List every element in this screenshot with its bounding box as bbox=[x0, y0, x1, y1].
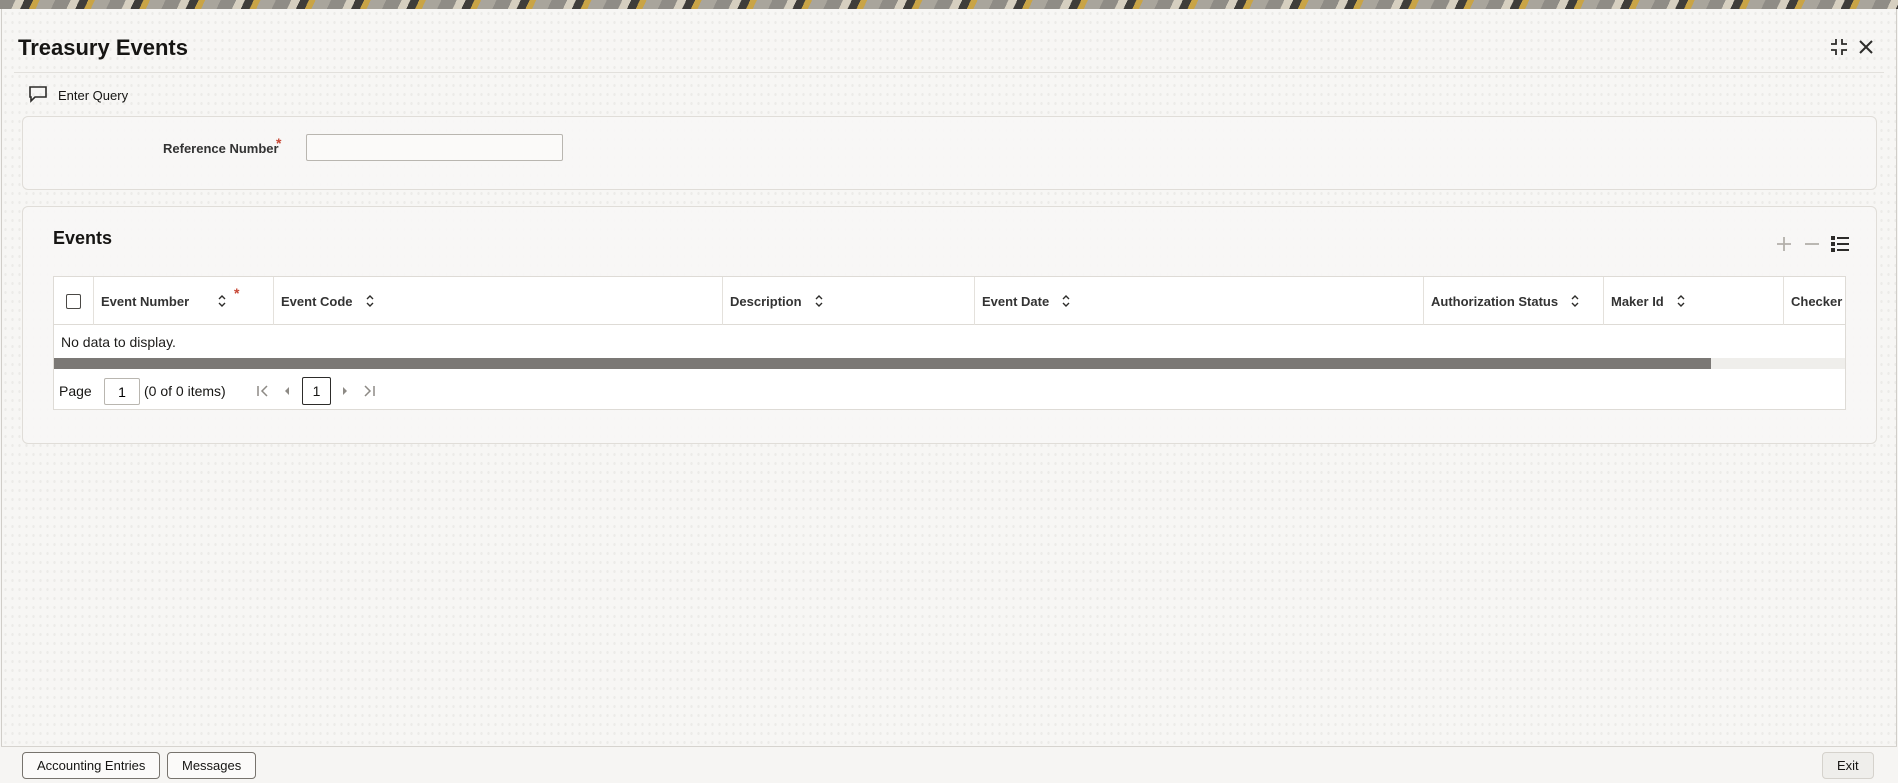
current-page[interactable]: 1 bbox=[302, 377, 331, 405]
column-checker-id[interactable]: Checker Id bbox=[1784, 277, 1845, 325]
page-title: Treasury Events bbox=[18, 35, 188, 60]
treasury-events-window: Treasury Events Enter Query Reference Nu… bbox=[1, 9, 1897, 783]
first-page-icon[interactable] bbox=[254, 382, 272, 400]
reference-number-label: Reference Number * bbox=[163, 135, 282, 156]
close-icon[interactable] bbox=[1854, 35, 1878, 59]
sort-icon[interactable] bbox=[1061, 295, 1071, 307]
column-event-date[interactable]: Event Date bbox=[975, 277, 1424, 325]
required-marker: * bbox=[234, 285, 240, 301]
exit-button[interactable]: Exit bbox=[1822, 752, 1874, 779]
last-page-icon[interactable] bbox=[360, 382, 378, 400]
scrollbar-thumb[interactable] bbox=[54, 358, 1711, 369]
enter-query-label: Enter Query bbox=[58, 88, 129, 103]
messages-button[interactable]: Messages bbox=[167, 752, 257, 779]
empty-message: No data to display. bbox=[61, 334, 176, 350]
events-title: Events bbox=[53, 228, 113, 248]
select-all-cell bbox=[54, 277, 94, 325]
table-tools bbox=[1774, 234, 1850, 254]
accounting-entries-button[interactable]: Accounting Entries bbox=[22, 752, 161, 779]
select-all-checkbox[interactable] bbox=[66, 293, 81, 309]
collapse-arrows-icon[interactable] bbox=[1827, 35, 1851, 59]
column-list-icon[interactable] bbox=[1830, 234, 1850, 254]
page-label: Page bbox=[59, 383, 92, 399]
sort-icon[interactable] bbox=[217, 295, 227, 307]
column-description[interactable]: Description bbox=[723, 277, 975, 325]
reference-number-input[interactable] bbox=[306, 134, 563, 161]
column-event-number[interactable]: Event Number * bbox=[94, 277, 274, 325]
column-event-code[interactable]: Event Code bbox=[274, 277, 723, 325]
add-icon[interactable] bbox=[1774, 234, 1794, 254]
column-maker-id[interactable]: Maker Id bbox=[1604, 277, 1784, 325]
footer-bar: Accounting Entries Messages Exit bbox=[1, 746, 1897, 783]
remove-icon[interactable] bbox=[1802, 234, 1822, 254]
sort-icon[interactable] bbox=[1676, 295, 1686, 307]
table-header: Event Number * Event Code Description Ev… bbox=[54, 277, 1845, 325]
events-panel: Events Event Number * Event Code Descrip… bbox=[22, 206, 1877, 444]
chat-bubble-icon bbox=[28, 85, 48, 106]
enter-query-button[interactable]: Enter Query bbox=[28, 85, 128, 106]
column-authorization-status[interactable]: Authorization Status bbox=[1424, 277, 1604, 325]
item-count: (0 of 0 items) bbox=[144, 383, 226, 399]
sort-icon[interactable] bbox=[814, 295, 824, 307]
sort-icon[interactable] bbox=[1570, 295, 1580, 307]
sort-icon[interactable] bbox=[365, 295, 375, 307]
title-divider bbox=[14, 72, 1884, 73]
required-marker: * bbox=[276, 135, 282, 151]
events-table: Event Number * Event Code Description Ev… bbox=[53, 276, 1846, 410]
query-panel: Reference Number * bbox=[22, 116, 1877, 190]
previous-page-icon[interactable] bbox=[278, 382, 296, 400]
page-input[interactable] bbox=[104, 378, 140, 405]
pagination: Page (0 of 0 items) 1 bbox=[54, 373, 1845, 409]
horizontal-scrollbar[interactable] bbox=[54, 358, 1845, 369]
next-page-icon[interactable] bbox=[336, 382, 354, 400]
header-banner bbox=[0, 0, 1898, 9]
